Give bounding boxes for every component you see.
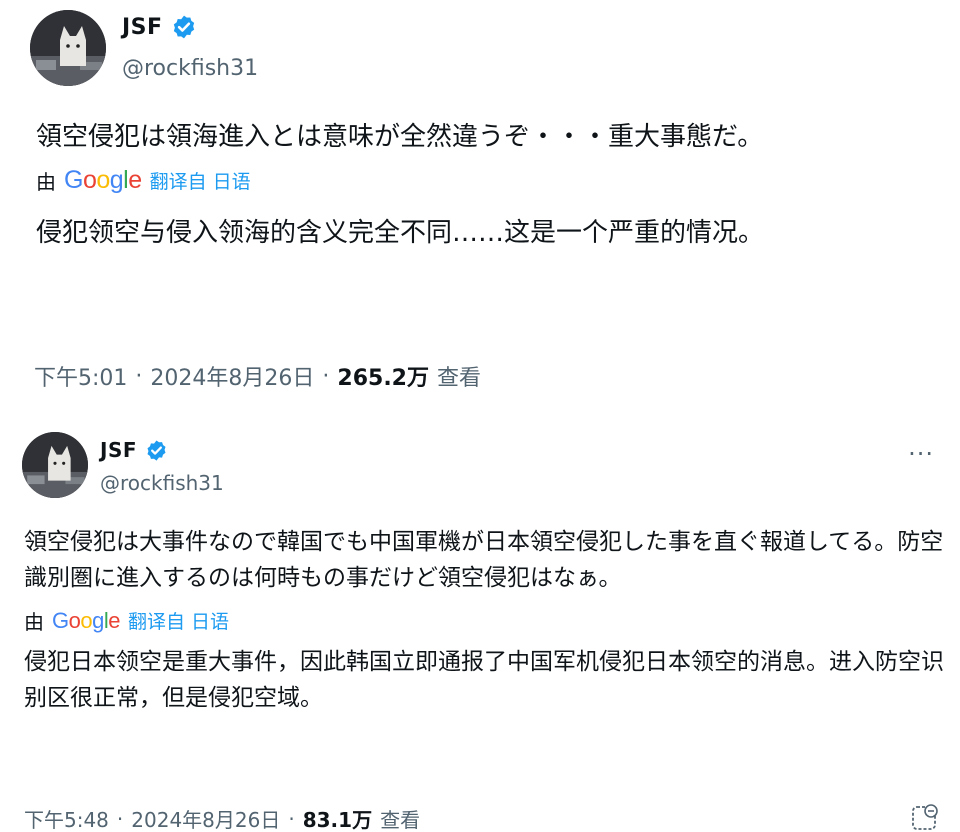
author-name[interactable]: JSF xyxy=(100,438,137,462)
avatar-image xyxy=(22,432,88,498)
translation-attribution: 由 Google 翻译自 日语 xyxy=(24,606,229,635)
author-name[interactable]: JSF xyxy=(122,15,163,40)
avatar[interactable] xyxy=(22,432,88,498)
views-label[interactable]: 查看 xyxy=(380,804,420,832)
more-options-icon[interactable]: ··· xyxy=(908,440,934,468)
google-logo: Google xyxy=(64,166,142,194)
author-handle[interactable]: @rockfish31 xyxy=(100,471,224,495)
tweet-original-text: 領空侵犯は領海進入とは意味が全然違うぞ・・・重大事態だ。 xyxy=(36,122,764,152)
meta-separator: · xyxy=(288,806,295,831)
tweet-original-text: 領空侵犯は大事件なので韓国でも中国軍機が日本領空侵犯した事を直ぐ報道してる。防空… xyxy=(24,529,944,591)
tweet-meta: 下午5:01 · 2024年8月26日 · 265.2万 查看 xyxy=(34,360,481,392)
tweet[interactable]: JSF @rockfish31 領空侵犯は領海進入とは意味が全然違うぞ・・・重大… xyxy=(0,0,960,410)
tweet-meta: 下午5:48 · 2024年8月26日 · 83.1万 查看 xyxy=(24,804,420,832)
google-logo: Google xyxy=(52,607,121,633)
author-row: JSF xyxy=(100,438,168,462)
translated-from-link[interactable]: 翻译自 日语 xyxy=(150,167,251,194)
meta-separator: · xyxy=(116,806,124,831)
meta-separator: · xyxy=(322,363,330,389)
avatar[interactable] xyxy=(30,10,106,86)
verified-badge-icon xyxy=(147,439,166,461)
grok-icon[interactable] xyxy=(910,802,940,832)
translation-by-label: 由 xyxy=(36,170,56,194)
verified-badge-icon xyxy=(173,15,194,39)
tweet-translated-text: 侵犯领空与侵入领海的含义完全不同……这是一个严重的情况。 xyxy=(36,218,765,248)
translated-from-link[interactable]: 翻译自 日语 xyxy=(128,607,229,634)
tweet[interactable]: JSF @rockfish31 ··· 領空侵犯は大事件なので韓国でも中国軍機が… xyxy=(0,414,960,832)
tweet-date[interactable]: 2024年8月26日 xyxy=(131,804,280,832)
tweet-time[interactable]: 下午5:48 xyxy=(24,804,109,832)
tweet-translated-text: 侵犯日本领空是重大事件，因此韩国立即通报了中国军机侵犯日本领空的消息。进入防空识… xyxy=(24,649,944,711)
meta-separator: · xyxy=(135,363,143,389)
author-row: JSF xyxy=(122,14,197,40)
translation-by-label: 由 xyxy=(24,610,44,634)
avatar-image xyxy=(30,10,106,86)
author-handle[interactable]: @rockfish31 xyxy=(122,56,258,81)
views-count[interactable]: 265.2万 xyxy=(337,360,429,392)
tweet-date[interactable]: 2024年8月26日 xyxy=(150,360,314,392)
tweet-time[interactable]: 下午5:01 xyxy=(34,360,127,392)
views-count[interactable]: 83.1万 xyxy=(303,804,372,832)
translation-attribution: 由 Google 翻译自 日语 xyxy=(36,166,251,195)
views-label[interactable]: 查看 xyxy=(437,360,481,392)
